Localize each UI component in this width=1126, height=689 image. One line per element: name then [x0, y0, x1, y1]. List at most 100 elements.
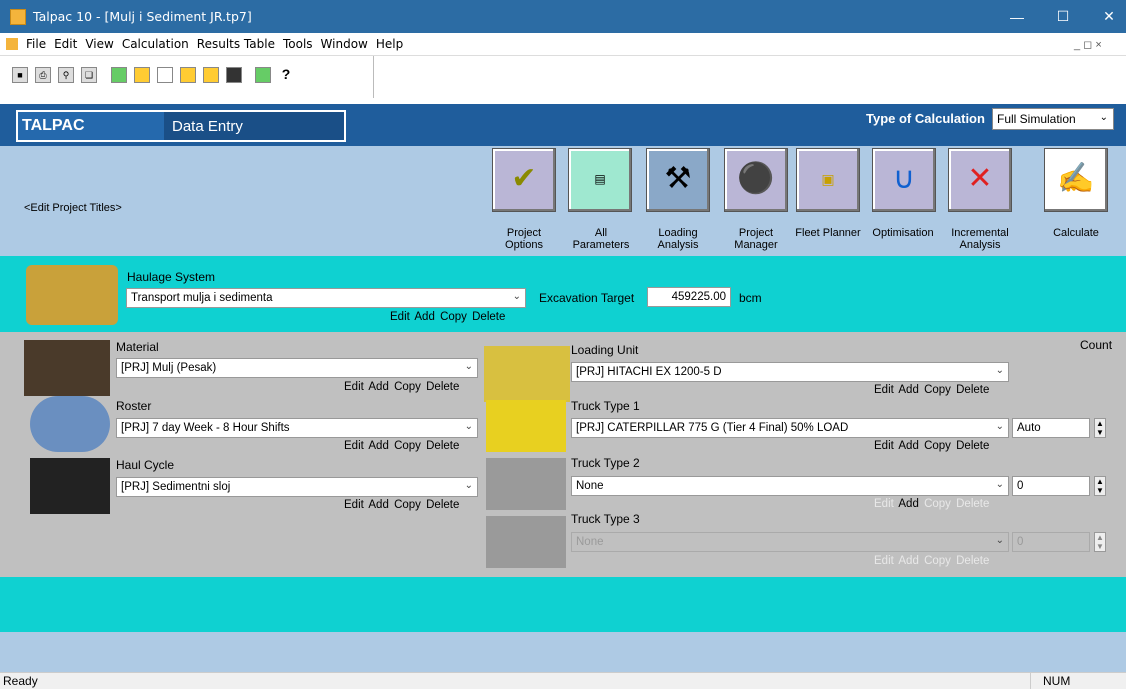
optimisation-button[interactable]: ∪ [872, 148, 936, 212]
fleet-icon[interactable] [255, 67, 271, 83]
truck-type-1-delete-link[interactable]: Delete [956, 440, 989, 452]
menu-help[interactable]: Help [376, 37, 403, 51]
calc-type-select[interactable]: Full Simulation ⌄ [992, 108, 1114, 130]
close-button[interactable]: ✕ [1086, 0, 1126, 33]
menu-calculation[interactable]: Calculation [122, 37, 189, 51]
loading-unit-label: Loading Unit [571, 343, 639, 357]
haul-cycle-edit-link[interactable]: Edit [344, 499, 364, 511]
status-bar: Ready NUM [0, 672, 1126, 689]
truck-type-1-spinner[interactable]: ▲ ▼ [1094, 418, 1106, 438]
truck-type-2-delete-link[interactable]: Delete [956, 498, 989, 510]
roster-delete-link[interactable]: Delete [426, 440, 459, 452]
truck-type-1-select[interactable]: [PRJ] CATERPILLAR 775 G (Tier 4 Final) 5… [571, 418, 1009, 438]
calculate-caption: Calculate [1053, 227, 1099, 239]
edit-project-titles-link[interactable]: <Edit Project Titles> [24, 202, 122, 214]
haul-cycle-copy-link[interactable]: Copy [394, 499, 421, 511]
menu-tools[interactable]: Tools [283, 37, 313, 51]
truck-type-2-edit-link[interactable]: Edit [874, 498, 894, 510]
toolbar: ■ ⎙ ⚲ ❏ ? [0, 55, 1126, 98]
truck-type-2-add-link[interactable]: Add [898, 498, 918, 510]
help-icon[interactable]: ? [278, 67, 294, 83]
roster-copy-link[interactable]: Copy [394, 440, 421, 452]
calculate-button[interactable]: ✍ [1044, 148, 1108, 212]
haulage-select[interactable]: Transport mulja i sedimenta ⌄ [126, 288, 526, 308]
truck-type-3-delete-link[interactable]: Delete [956, 555, 989, 567]
material-icon[interactable] [134, 67, 150, 83]
haul-cycle-value: [PRJ] Sedimentni sloj [121, 481, 231, 493]
chevron-down-icon: ⌄ [1099, 112, 1108, 123]
loading-unit-select[interactable]: [PRJ] HITACHI EX 1200-5 D ⌄ [571, 362, 1009, 382]
status-text: Ready [3, 674, 38, 688]
project-icon[interactable] [111, 67, 127, 83]
truck-type-3-spinner[interactable]: ▲ ▼ [1094, 532, 1106, 552]
fleet-planner-button[interactable]: ▣ [796, 148, 860, 212]
incremental-analysis-button[interactable]: ✕ [948, 148, 1012, 212]
haulage-edit-link[interactable]: Edit [390, 311, 410, 323]
print-icon[interactable]: ⎙ [35, 67, 51, 83]
material-add-link[interactable]: Add [368, 381, 388, 393]
truck-type-3-value: None [576, 536, 604, 548]
roster-add-link[interactable]: Add [368, 440, 388, 452]
truck-type-3-edit-link[interactable]: Edit [874, 555, 894, 567]
haul-cycle-add-link[interactable]: Add [368, 499, 388, 511]
truck-type-3-count[interactable]: 0 [1012, 532, 1090, 552]
roster-icon[interactable] [157, 67, 173, 83]
truck-type-1-edit-link[interactable]: Edit [874, 440, 894, 452]
fleet-planner-caption: Fleet Planner [795, 227, 861, 239]
roster-edit-link[interactable]: Edit [344, 440, 364, 452]
truck-type-1-copy-link[interactable]: Copy [924, 440, 951, 452]
material-label: Material [116, 340, 159, 354]
roster-value: [PRJ] 7 day Week - 8 Hour Shifts [121, 422, 290, 434]
loading-analysis-button[interactable]: ⚒ [646, 148, 710, 212]
loading-unit-delete-link[interactable]: Delete [956, 384, 989, 396]
all-parameters-button[interactable]: ▤ [568, 148, 632, 212]
loading-unit-value: [PRJ] HITACHI EX 1200-5 D [576, 366, 722, 378]
chevron-down-icon: ⌄ [464, 361, 473, 372]
maximize-button[interactable]: ☐ [1040, 0, 1086, 33]
haulage-add-link[interactable]: Add [414, 311, 434, 323]
copy-icon[interactable]: ❏ [81, 67, 97, 83]
menu-results-table[interactable]: Results Table [197, 37, 275, 51]
haul-cycle-select[interactable]: [PRJ] Sedimentni sloj ⌄ [116, 477, 478, 497]
roster-select[interactable]: [PRJ] 7 day Week - 8 Hour Shifts ⌄ [116, 418, 478, 438]
haulage-copy-link[interactable]: Copy [440, 311, 467, 323]
truck-type-1-label: Truck Type 1 [571, 399, 640, 413]
excavation-target-label: Excavation Target [539, 291, 635, 305]
haul-cycle-delete-link[interactable]: Delete [426, 499, 459, 511]
truck-type-2-spinner[interactable]: ▲ ▼ [1094, 476, 1106, 496]
app-icon [10, 8, 26, 25]
truck-type-3-add-link[interactable]: Add [898, 555, 918, 567]
truck-type-1-count[interactable]: Auto [1012, 418, 1090, 438]
menu-file[interactable]: File [26, 37, 46, 51]
loader-icon[interactable] [226, 67, 242, 83]
truck-icon[interactable] [203, 67, 219, 83]
truck-type-2-copy-link[interactable]: Copy [924, 498, 951, 510]
project-manager-button[interactable]: ⚫ [724, 148, 788, 212]
material-copy-link[interactable]: Copy [394, 381, 421, 393]
truck-type-3-copy-link[interactable]: Copy [924, 555, 951, 567]
doc-icon [6, 38, 18, 50]
mdi-controls[interactable]: _ ◻ × [1074, 38, 1102, 51]
minimize-button[interactable]: — [994, 0, 1040, 33]
material-delete-link[interactable]: Delete [426, 381, 459, 393]
haul-cycle-icon[interactable] [180, 67, 196, 83]
menu-edit[interactable]: Edit [54, 37, 77, 51]
excavation-target-input[interactable]: 459225.00 [647, 287, 731, 307]
haulage-delete-link[interactable]: Delete [472, 311, 505, 323]
project-options-button[interactable]: ✔ [492, 148, 556, 212]
haul-cycle-links: Edit Add Copy Delete [344, 499, 459, 511]
print-preview-icon[interactable]: ⚲ [58, 67, 74, 83]
truck-type-3-select[interactable]: None ⌄ [571, 532, 1009, 552]
truck-type-2-select[interactable]: None ⌄ [571, 476, 1009, 496]
loading-unit-copy-link[interactable]: Copy [924, 384, 951, 396]
material-select[interactable]: [PRJ] Mulj (Pesak) ⌄ [116, 358, 478, 378]
save-icon[interactable]: ■ [12, 67, 28, 83]
menu-window[interactable]: Window [321, 37, 368, 51]
truck-type-2-count[interactable]: 0 [1012, 476, 1090, 496]
material-edit-link[interactable]: Edit [344, 381, 364, 393]
chevron-down-icon: ⌄ [995, 365, 1004, 376]
loading-unit-edit-link[interactable]: Edit [874, 384, 894, 396]
loading-unit-add-link[interactable]: Add [898, 384, 918, 396]
truck-type-1-add-link[interactable]: Add [898, 440, 918, 452]
menu-view[interactable]: View [85, 37, 113, 51]
